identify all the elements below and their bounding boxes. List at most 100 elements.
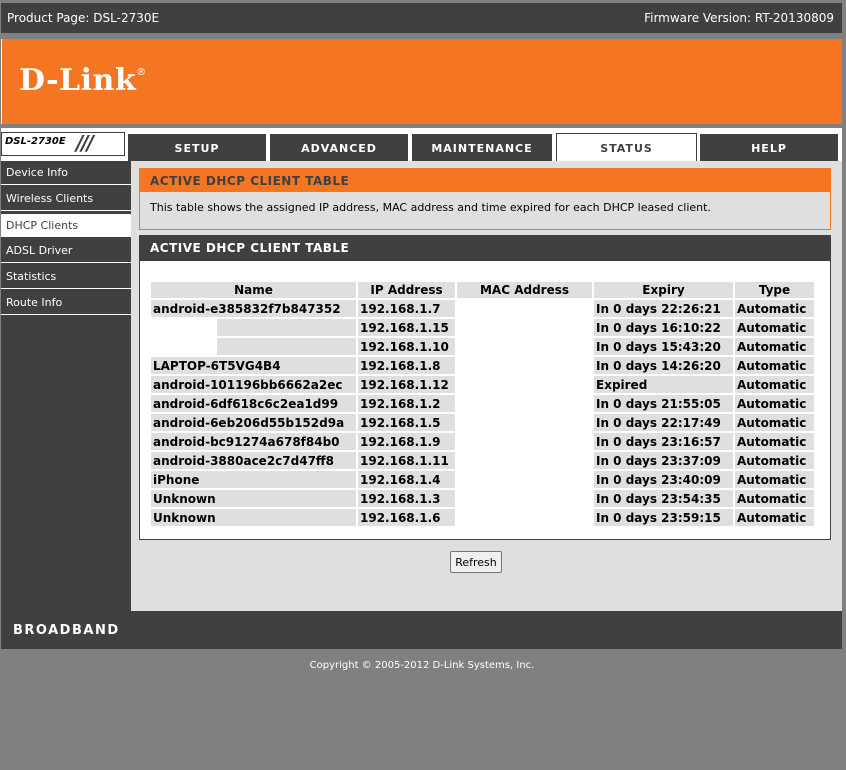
redacted-name-block bbox=[151, 319, 217, 336]
cell-expiry: In 0 days 23:59:15 bbox=[594, 509, 733, 526]
table-row: Unknown 192.168.1.6 In 0 days 23:59:15 Auto… bbox=[151, 509, 814, 526]
main-content: ACTIVE DHCP CLIENT TABLE This table show… bbox=[131, 161, 842, 611]
cell-expiry: In 0 days 22:17:49 bbox=[594, 414, 733, 431]
cell-mac bbox=[457, 300, 592, 317]
cell-name: Unknown bbox=[151, 509, 356, 526]
table-row: android-e385832f7b847352 192.168.1.7 In 0 … bbox=[151, 300, 814, 317]
cell-expiry: In 0 days 23:37:09 bbox=[594, 452, 733, 469]
cell-mac bbox=[457, 509, 592, 526]
cell-type: Automatic bbox=[735, 509, 814, 526]
cell-mac bbox=[457, 471, 592, 488]
cell-mac bbox=[457, 452, 592, 469]
cell-type: Automatic bbox=[735, 338, 814, 355]
refresh-button[interactable]: Refresh bbox=[450, 551, 502, 573]
cell-name: android-bc91274a678f84b0 bbox=[151, 433, 356, 450]
table-row: 192.168.1.15 In 0 days 16:10:22 Automatic bbox=[151, 319, 814, 336]
intro-panel-title: ACTIVE DHCP CLIENT TABLE bbox=[140, 169, 830, 192]
model-badge-text: DSL-2730E bbox=[5, 136, 66, 147]
cell-ip: 192.168.1.2 bbox=[358, 395, 455, 412]
sidebar-item-adsl-driver[interactable]: ADSL Driver bbox=[1, 239, 131, 263]
cell-mac bbox=[457, 490, 592, 507]
sidebar-item-device-info[interactable]: Device Info bbox=[1, 161, 131, 185]
cell-type: Automatic bbox=[735, 376, 814, 393]
cell-expiry: In 0 days 22:26:21 bbox=[594, 300, 733, 317]
cell-expiry: In 0 days 23:54:35 bbox=[594, 490, 733, 507]
cell-mac bbox=[457, 433, 592, 450]
table-row: android-6df618c6c2ea1d99 192.168.1.2 In 0 … bbox=[151, 395, 814, 412]
cell-type: Automatic bbox=[735, 357, 814, 374]
cell-name: LAPTOP-6T5VG4B4 bbox=[151, 357, 356, 374]
sidebar-item-dhcp-clients[interactable]: DHCP Clients bbox=[1, 213, 132, 238]
table-row: android-3880ace2c7d47ff8 192.168.1.11 In 0… bbox=[151, 452, 814, 469]
cell-name bbox=[151, 319, 356, 336]
column-header-ip: IP Address bbox=[358, 282, 455, 298]
tab-help[interactable]: HELP bbox=[700, 134, 838, 161]
cell-ip: 192.168.1.15 bbox=[358, 319, 455, 336]
table-header-row: Name IP Address MAC Address Expiry Type bbox=[151, 282, 814, 298]
client-table-panel: ACTIVE DHCP CLIENT TABLE Name IP Address… bbox=[139, 235, 831, 540]
table-row: android-bc91274a678f84b0 192.168.1.9 In 0 … bbox=[151, 433, 814, 450]
cell-type: Automatic bbox=[735, 452, 814, 469]
cell-ip: 192.168.1.6 bbox=[358, 509, 455, 526]
main-nav: DSL-2730E /// SETUP ADVANCED MAINTENANCE… bbox=[1, 128, 842, 162]
cell-ip: 192.168.1.10 bbox=[358, 338, 455, 355]
cell-ip: 192.168.1.4 bbox=[358, 471, 455, 488]
sidebar-item-wireless-clients[interactable]: Wireless Clients bbox=[1, 187, 131, 211]
cell-expiry: In 0 days 15:43:20 bbox=[594, 338, 733, 355]
redacted-name-block bbox=[151, 338, 217, 355]
tab-advanced[interactable]: ADVANCED bbox=[270, 134, 408, 161]
cell-ip: 192.168.1.8 bbox=[358, 357, 455, 374]
cell-type: Automatic bbox=[735, 490, 814, 507]
footer-bar: BROADBAND bbox=[1, 611, 842, 649]
table-row: android-101196bb6662a2ec 192.168.1.12 Expi… bbox=[151, 376, 814, 393]
cell-mac bbox=[457, 376, 592, 393]
cell-expiry: In 0 days 16:10:22 bbox=[594, 319, 733, 336]
column-header-name: Name bbox=[151, 282, 356, 298]
sidebar-item-statistics[interactable]: Statistics bbox=[1, 265, 131, 289]
slash-decoration-icon: /// bbox=[76, 131, 94, 155]
top-info-bar: Product Page: DSL-2730E Firmware Version… bbox=[1, 3, 842, 33]
cell-name: android-101196bb6662a2ec bbox=[151, 376, 356, 393]
cell-type: Automatic bbox=[735, 471, 814, 488]
dlink-logo: D-Link® bbox=[19, 63, 147, 98]
model-badge: DSL-2730E /// bbox=[1, 131, 125, 156]
cell-name: Unknown bbox=[151, 490, 356, 507]
cell-ip: 192.168.1.12 bbox=[358, 376, 455, 393]
brand-banner: D-Link® bbox=[1, 39, 842, 124]
cell-type: Automatic bbox=[735, 300, 814, 317]
column-header-mac: MAC Address bbox=[457, 282, 592, 298]
tab-status[interactable]: STATUS bbox=[556, 133, 697, 162]
cell-name: iPhone bbox=[151, 471, 356, 488]
table-row: LAPTOP-6T5VG4B4 192.168.1.8 In 0 days 14:2… bbox=[151, 357, 814, 374]
cell-mac bbox=[457, 414, 592, 431]
tab-setup[interactable]: SETUP bbox=[128, 134, 266, 161]
cell-type: Automatic bbox=[735, 395, 814, 412]
cell-type: Automatic bbox=[735, 319, 814, 336]
intro-panel-description: This table shows the assigned IP address… bbox=[150, 201, 711, 214]
cell-ip: 192.168.1.9 bbox=[358, 433, 455, 450]
table-row: iPhone 192.168.1.4 In 0 days 23:40:09 Autom… bbox=[151, 471, 814, 488]
cell-expiry: In 0 days 23:40:09 bbox=[594, 471, 733, 488]
table-row: Unknown 192.168.1.3 In 0 days 23:54:35 Auto… bbox=[151, 490, 814, 507]
client-table-title: ACTIVE DHCP CLIENT TABLE bbox=[140, 236, 830, 261]
sidebar-item-route-info[interactable]: Route Info bbox=[1, 291, 131, 315]
table-row: android-6eb206d55b152d9a 192.168.1.5 In 0 … bbox=[151, 414, 814, 431]
tab-maintenance[interactable]: MAINTENANCE bbox=[412, 134, 552, 161]
cell-expiry: In 0 days 14:26:20 bbox=[594, 357, 733, 374]
column-header-type: Type bbox=[735, 282, 814, 298]
cell-ip: 192.168.1.11 bbox=[358, 452, 455, 469]
cell-name bbox=[151, 338, 356, 355]
router-admin-page: Product Page: DSL-2730E Firmware Version… bbox=[0, 3, 844, 770]
cell-ip: 192.168.1.3 bbox=[358, 490, 455, 507]
cell-type: Automatic bbox=[735, 433, 814, 450]
firmware-version-label: Firmware Version: RT-20130809 bbox=[644, 11, 834, 25]
broadband-label: BROADBAND bbox=[13, 623, 120, 638]
registered-mark: ® bbox=[136, 67, 147, 78]
cell-ip: 192.168.1.7 bbox=[358, 300, 455, 317]
dhcp-client-table: Name IP Address MAC Address Expiry Type … bbox=[149, 280, 816, 528]
cell-ip: 192.168.1.5 bbox=[358, 414, 455, 431]
table-row: 192.168.1.10 In 0 days 15:43:20 Automatic bbox=[151, 338, 814, 355]
cell-mac bbox=[457, 319, 592, 336]
sidebar: Device Info Wireless Clients DHCP Client… bbox=[1, 161, 132, 611]
cell-name: android-e385832f7b847352 bbox=[151, 300, 356, 317]
